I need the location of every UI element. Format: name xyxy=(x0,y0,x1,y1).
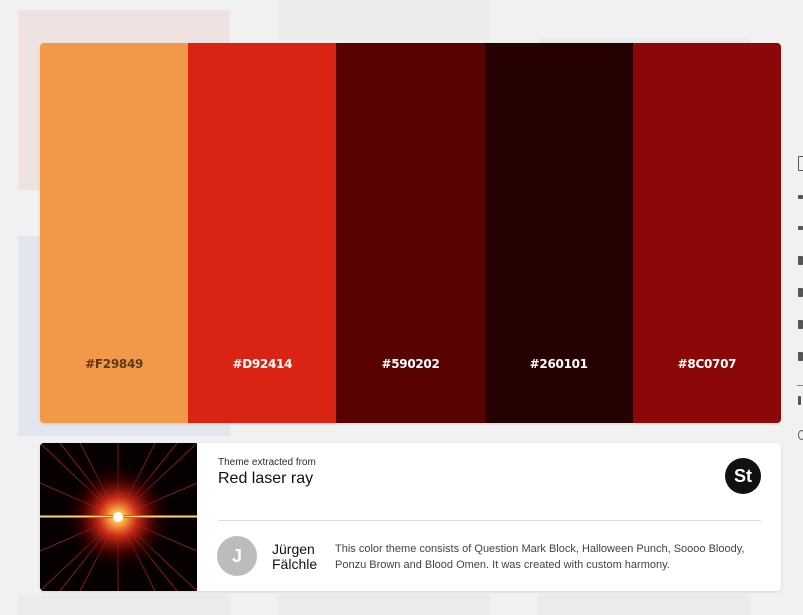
author-first-name: Jürgen xyxy=(272,541,315,557)
source-image-title[interactable]: Red laser ray xyxy=(218,470,313,488)
swatch-hex-label[interactable]: #260101 xyxy=(485,357,633,371)
action-icon[interactable] xyxy=(798,226,803,230)
color-palette: #F29849 #D92414 #590202 #260101 #8C0707 xyxy=(40,43,781,423)
source-image-thumbnail[interactable] xyxy=(40,443,198,591)
background-theme-tile xyxy=(278,595,490,615)
background-theme-tile xyxy=(538,595,750,615)
background-theme-tile xyxy=(18,595,230,615)
color-swatch[interactable]: #8C0707 xyxy=(632,43,781,423)
background-theme-tile xyxy=(278,0,490,40)
info-icon[interactable] xyxy=(798,430,803,440)
action-icon[interactable] xyxy=(798,195,803,199)
action-icon[interactable] xyxy=(798,396,801,405)
action-icon[interactable] xyxy=(798,352,803,361)
side-action-panel xyxy=(797,140,803,460)
divider xyxy=(797,385,803,386)
color-swatch[interactable]: #D92414 xyxy=(188,43,337,423)
swatch-hex-label[interactable]: #D92414 xyxy=(188,357,336,371)
copy-icon[interactable] xyxy=(798,156,803,171)
swatch-hex-label[interactable]: #F29849 xyxy=(40,357,188,371)
author-name[interactable]: Jürgen Fälchle xyxy=(272,542,317,572)
color-swatch[interactable]: #590202 xyxy=(336,43,485,423)
theme-description: This color theme consists of Question Ma… xyxy=(335,543,745,571)
action-icon[interactable] xyxy=(798,288,803,297)
color-swatch[interactable]: #F29849 xyxy=(40,43,189,423)
theme-info-card: Theme extracted from Red laser ray St J … xyxy=(40,443,781,591)
laser-burst-image xyxy=(40,443,198,591)
adobe-stock-icon[interactable]: St xyxy=(725,458,761,494)
action-icon[interactable] xyxy=(798,320,803,329)
action-icon[interactable] xyxy=(798,256,803,265)
source-caption: Theme extracted from xyxy=(218,457,316,468)
avatar[interactable]: J xyxy=(217,536,257,576)
swatch-hex-label[interactable]: #590202 xyxy=(336,357,484,371)
color-swatch[interactable]: #260101 xyxy=(484,43,633,423)
divider xyxy=(218,520,761,521)
swatch-hex-label[interactable]: #8C0707 xyxy=(633,357,781,371)
author-last-name: Fälchle xyxy=(272,556,318,572)
